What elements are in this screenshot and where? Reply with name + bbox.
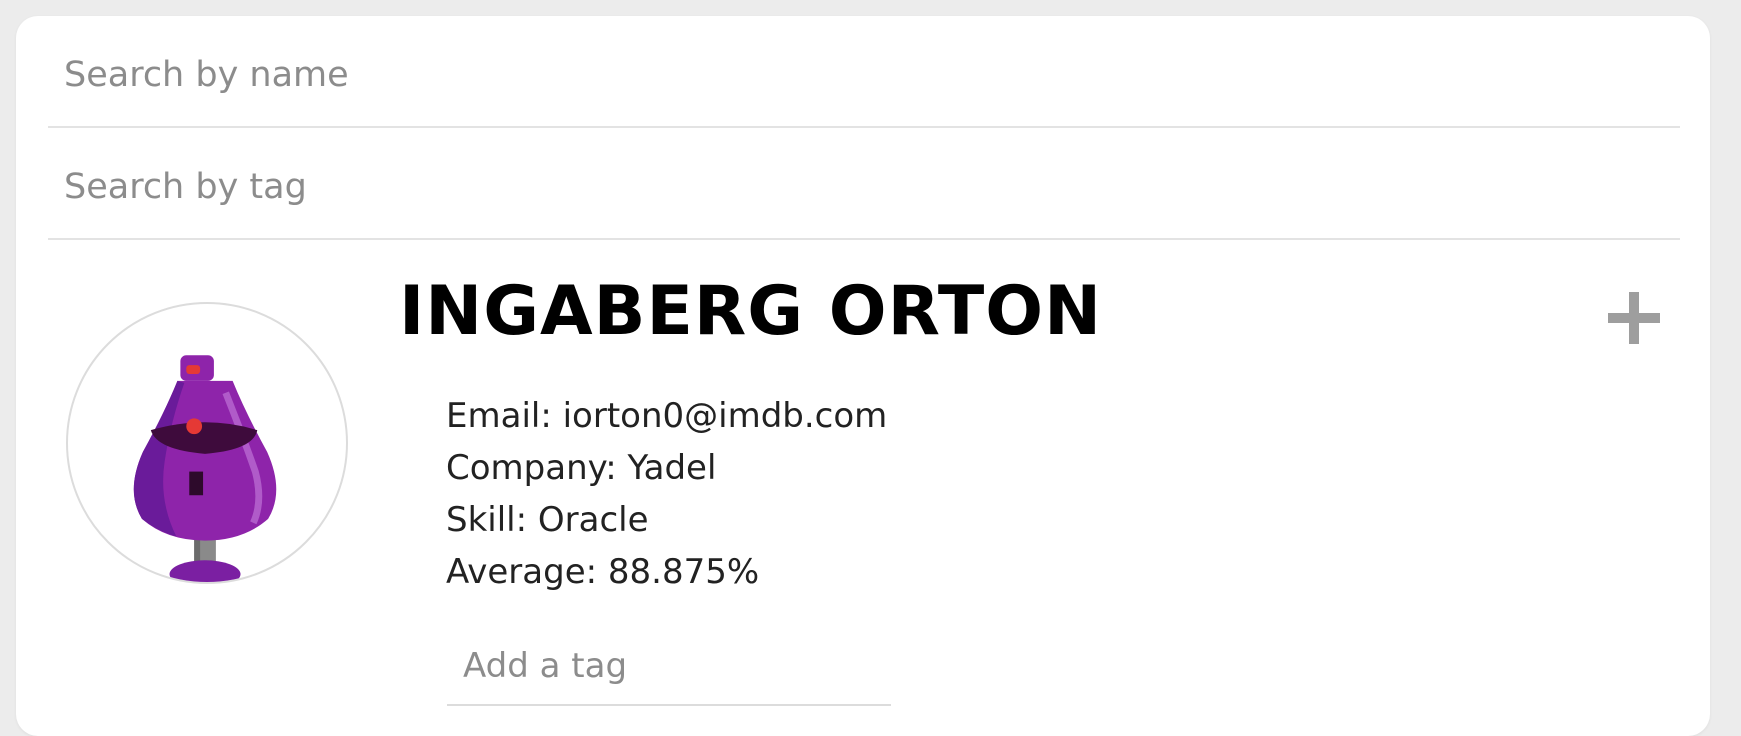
expand-grades-button[interactable] bbox=[1602, 286, 1666, 350]
student-company: Company: Yadel bbox=[446, 448, 717, 488]
add-tag-input[interactable] bbox=[447, 628, 891, 706]
student-skill: Skill: Oracle bbox=[446, 500, 649, 540]
student-name: INGABERG ORTON bbox=[399, 272, 1102, 351]
plus-icon bbox=[1608, 292, 1660, 344]
student-email: Email: iorton0@imdb.com bbox=[446, 396, 888, 436]
student-list-card: INGABERG ORTON Email: iorton0@imdb.com C… bbox=[16, 16, 1710, 736]
robot-avatar-icon bbox=[133, 355, 277, 582]
search-by-tag-input[interactable] bbox=[48, 136, 1680, 240]
search-by-name-input[interactable] bbox=[48, 24, 1680, 128]
student-average: Average: 88.875% bbox=[446, 552, 760, 592]
student-avatar bbox=[66, 302, 348, 584]
student-details: Email: iorton0@imdb.com Company: Yadel S… bbox=[446, 390, 887, 598]
